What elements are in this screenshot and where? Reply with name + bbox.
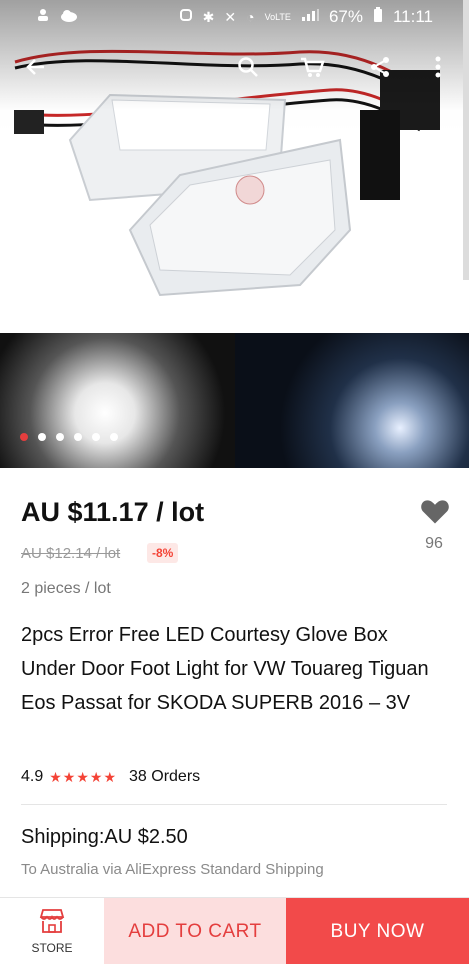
gallery-thumb-1[interactable] bbox=[0, 333, 235, 468]
add-to-cart-button[interactable]: ADD TO CART bbox=[104, 898, 286, 964]
share-icon[interactable] bbox=[364, 51, 396, 83]
wifi-icon: ◔ bbox=[246, 9, 255, 25]
bluetooth-icon: ✱ bbox=[202, 8, 215, 25]
alarm-icon bbox=[179, 7, 193, 27]
image-gallery bbox=[0, 333, 469, 468]
store-label: STORE bbox=[31, 941, 73, 955]
product-hero-image[interactable]: ✱ ✕ ◔ VoLTE 67% 11:11 bbox=[0, 0, 469, 333]
gallery-dot[interactable] bbox=[92, 433, 100, 441]
heart-icon bbox=[420, 500, 450, 529]
gallery-dot[interactable] bbox=[56, 433, 64, 441]
original-price: AU $12.14 / lot bbox=[21, 545, 121, 562]
orders-count: 38 Orders bbox=[129, 768, 201, 785]
bottom-action-bar: STORE ADD TO CART BUY NOW bbox=[0, 897, 469, 964]
volte-icon: VoLTE bbox=[264, 11, 291, 22]
mute-icon: ✕ bbox=[224, 8, 237, 25]
shipping-detail[interactable]: To Australia via AliExpress Standard Shi… bbox=[21, 861, 324, 878]
store-icon bbox=[37, 908, 67, 937]
top-action-bar bbox=[0, 45, 469, 89]
cloud-icon bbox=[60, 7, 78, 27]
gallery-thumb-2[interactable] bbox=[235, 333, 469, 468]
product-title: 2pcs Error Free LED Courtesy Glove Box U… bbox=[21, 624, 429, 714]
gallery-dot[interactable] bbox=[74, 433, 82, 441]
discount-badge: -8% bbox=[147, 543, 179, 563]
search-icon[interactable] bbox=[232, 51, 264, 83]
cart-icon[interactable] bbox=[296, 51, 328, 83]
signal-icon bbox=[301, 7, 319, 27]
scroll-indicator bbox=[463, 0, 469, 280]
buy-now-button[interactable]: BUY NOW bbox=[286, 898, 469, 964]
gallery-dot[interactable] bbox=[20, 433, 28, 441]
status-left bbox=[36, 7, 78, 27]
wishlist-count: 96 bbox=[425, 535, 443, 552]
gallery-dot[interactable] bbox=[38, 433, 46, 441]
rating-value: 4.9 bbox=[21, 768, 44, 785]
gallery-dot[interactable] bbox=[110, 433, 118, 441]
store-button[interactable]: STORE bbox=[0, 898, 104, 964]
rating-stars: ★★★★★ bbox=[49, 768, 118, 785]
user-icon bbox=[36, 7, 50, 27]
status-bar: ✱ ✕ ◔ VoLTE 67% 11:11 bbox=[0, 0, 469, 34]
battery-icon bbox=[373, 6, 383, 28]
back-arrow-icon[interactable] bbox=[20, 51, 52, 83]
pieces-per-lot: 2 pieces / lot bbox=[21, 580, 111, 597]
rating-row[interactable]: 4.9 ★★★★★ 38 Orders bbox=[21, 768, 200, 786]
status-right: ✱ ✕ ◔ VoLTE 67% 11:11 bbox=[179, 6, 433, 28]
battery-percent: 67% bbox=[328, 7, 363, 26]
product-price: AU $11.17 / lot bbox=[21, 497, 205, 527]
clock-time: 11:11 bbox=[392, 7, 433, 26]
shipping-price[interactable]: Shipping:AU $2.50 bbox=[21, 826, 188, 849]
gallery-dots bbox=[20, 433, 118, 441]
divider bbox=[21, 804, 447, 805]
more-options-icon[interactable] bbox=[422, 51, 454, 83]
